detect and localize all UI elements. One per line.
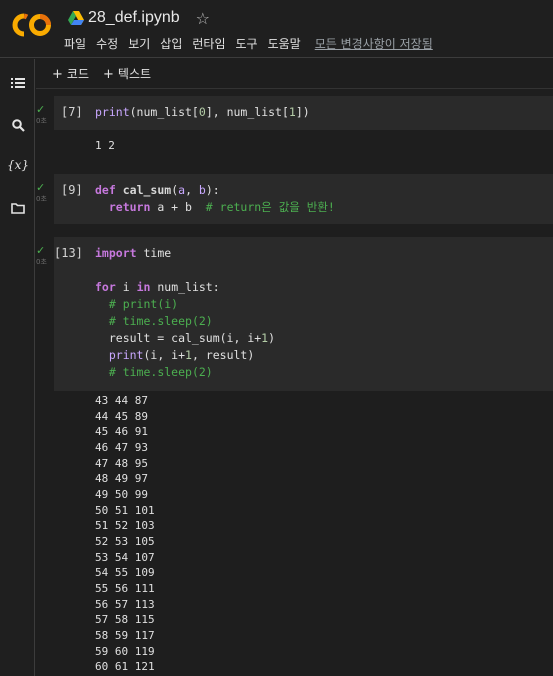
title-row: 28_def.ipynb ☆ <box>68 8 210 28</box>
code-token: for <box>95 280 116 294</box>
plus-icon: + <box>52 67 63 82</box>
code-token: cal_sum <box>122 183 172 197</box>
execution-count: [9] <box>61 183 83 197</box>
menu-view[interactable]: 보기 <box>128 35 150 52</box>
output-line: 47 48 95 <box>95 456 148 470</box>
output-line: 56 57 113 <box>95 597 155 611</box>
output-line: 51 52 103 <box>95 519 155 533</box>
add-code-label: 코드 <box>66 67 89 81</box>
cell-source[interactable]: def cal_sum(a, b): return a + b # return… <box>95 182 335 216</box>
code-token: def <box>95 183 116 197</box>
output-line: 43 44 87 <box>95 394 148 407</box>
code-token: a <box>178 183 186 197</box>
variables-icon[interactable]: {x} <box>7 155 29 175</box>
app-header: 28_def.ipynb ☆ 파일 수정 보기 삽입 런타임 도구 도움말 모든… <box>0 0 553 58</box>
menu-file[interactable]: 파일 <box>64 35 86 52</box>
cell-source[interactable]: import time for i in num_list: # print(i… <box>95 245 275 381</box>
add-text-label: 텍스트 <box>117 67 152 81</box>
folder-icon[interactable] <box>8 198 28 218</box>
code-token: 0 <box>198 105 206 119</box>
output-line: 52 53 105 <box>95 534 155 548</box>
cell-source[interactable]: print(num_list[0], num_list[1]) <box>95 104 310 121</box>
output-line: 60 61 121 <box>95 660 155 674</box>
cell-output: 43 44 87 44 45 89 45 46 91 46 47 93 47 48 95… <box>95 393 155 675</box>
notebook-title[interactable]: 28_def.ipynb <box>88 9 180 27</box>
code-token: # time.sleep(2) <box>108 314 213 328</box>
star-icon[interactable]: ☆ <box>196 9 210 28</box>
exec-time: 0초 <box>36 258 47 266</box>
add-code-button[interactable]: + 코드 <box>52 65 89 82</box>
notebook-toolbar: + 코드 + 텍스트 <box>36 59 553 89</box>
check-icon: ✓ <box>36 103 46 116</box>
check-icon: ✓ <box>36 244 46 257</box>
left-sidebar: {x} <box>0 59 35 676</box>
cell-status: ✓ 0초 <box>36 245 54 267</box>
code-token: in <box>136 280 151 294</box>
code-token: 1 <box>288 105 296 119</box>
menu-tools[interactable]: 도구 <box>236 35 258 52</box>
menu-edit[interactable]: 수정 <box>96 35 118 52</box>
output-line: 59 60 119 <box>95 644 155 658</box>
save-status[interactable]: 모든 변경사항이 저장됨 <box>315 35 433 52</box>
output-line: 44 45 89 <box>95 409 148 423</box>
plus-icon: + <box>103 67 114 82</box>
code-token: # time.sleep(2) <box>108 365 213 379</box>
menu-bar: 파일 수정 보기 삽입 런타임 도구 도움말 모든 변경사항이 저장됨 <box>64 35 433 52</box>
output-line: 45 46 91 <box>95 425 148 439</box>
code-token: 1 <box>185 348 192 362</box>
code-token: import <box>95 246 137 260</box>
output-line: 58 59 117 <box>95 628 155 642</box>
execution-count: [7] <box>61 105 83 119</box>
colab-logo[interactable] <box>12 12 52 38</box>
google-drive-icon[interactable] <box>68 11 84 25</box>
output-line: 46 47 93 <box>95 440 148 454</box>
table-of-contents-icon[interactable] <box>8 73 28 93</box>
output-line: 55 56 111 <box>95 581 155 595</box>
code-token: print <box>108 348 144 362</box>
output-line: 49 50 99 <box>95 487 148 501</box>
code-token: # print(i) <box>108 297 179 311</box>
output-line: 53 54 107 <box>95 550 155 564</box>
output-line: 48 49 97 <box>95 472 148 486</box>
cell-status: ✓ 0초 <box>36 104 54 126</box>
check-icon: ✓ <box>36 181 46 194</box>
output-line: 50 51 101 <box>95 503 155 517</box>
code-token: return <box>108 200 151 214</box>
code-token: # return은 값을 반환! <box>205 200 335 214</box>
menu-help[interactable]: 도움말 <box>268 35 301 52</box>
cell-output: 1 2 <box>95 139 115 152</box>
code-token: 1 <box>261 331 269 345</box>
execution-count: [13] <box>54 246 83 260</box>
menu-insert[interactable]: 삽입 <box>160 35 182 52</box>
cell-status: ✓ 0초 <box>36 182 54 204</box>
menu-runtime[interactable]: 런타임 <box>192 35 225 52</box>
exec-time: 0초 <box>36 195 47 203</box>
code-token: b <box>198 183 206 197</box>
exec-time: 0초 <box>36 117 47 125</box>
output-line: 54 55 109 <box>95 566 155 580</box>
output-line: 57 58 115 <box>95 613 155 627</box>
search-icon[interactable] <box>8 115 28 135</box>
code-token: print <box>95 105 130 119</box>
add-text-button[interactable]: + 텍스트 <box>103 65 151 82</box>
